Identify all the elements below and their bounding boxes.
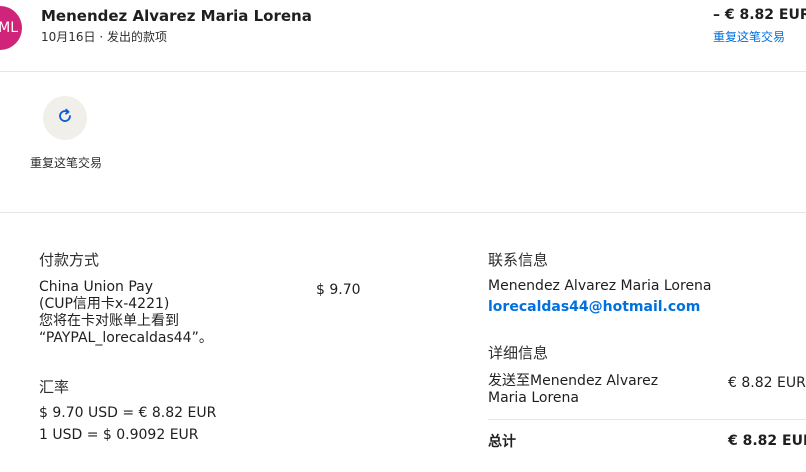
contact-info-title: 联系信息 bbox=[488, 251, 549, 269]
repeat-transaction-link[interactable]: 重复这笔交易 bbox=[713, 28, 785, 45]
sent-to-amount: € 8.82 EUR bbox=[728, 375, 806, 391]
payment-method-line: 您将在卡对账单上看到 bbox=[39, 313, 179, 329]
divider bbox=[0, 71, 806, 72]
divider bbox=[0, 212, 806, 213]
payment-method-line: China Union Pay bbox=[39, 279, 154, 295]
exchange-rate-line: 1 USD = $ 0.9092 EUR bbox=[39, 427, 199, 443]
transaction-amount: – € 8.82 EUR bbox=[713, 7, 806, 23]
repeat-transaction-label[interactable]: 重复这笔交易 bbox=[28, 154, 104, 172]
divider bbox=[488, 419, 806, 420]
total-label: 总计 bbox=[488, 434, 516, 450]
exchange-rate-title: 汇率 bbox=[39, 378, 70, 396]
contact-name: Menendez Alvarez Maria Lorena bbox=[488, 278, 712, 294]
repeat-transaction-button[interactable] bbox=[43, 96, 87, 140]
recipient-name: Menendez Alvarez Maria Lorena bbox=[41, 7, 312, 25]
payment-method-title: 付款方式 bbox=[39, 251, 100, 269]
payment-method-line: “PAYPAL_lorecaldas44”。 bbox=[39, 330, 213, 346]
avatar-initials: ML bbox=[0, 20, 18, 36]
payment-method-line: (CUP信用卡x-4221) bbox=[39, 296, 170, 312]
exchange-rate-line: $ 9.70 USD = € 8.82 EUR bbox=[39, 405, 217, 421]
sent-to-label: 发送至Menendez Alvarez Maria Lorena bbox=[488, 373, 659, 406]
refresh-icon bbox=[56, 107, 74, 129]
total-amount: € 8.82 EUR bbox=[728, 433, 806, 449]
avatar: ML bbox=[0, 6, 22, 50]
transaction-subtitle: 10月16日 · 发出的款项 bbox=[41, 30, 167, 44]
details-title: 详细信息 bbox=[488, 344, 549, 362]
payment-method-details: China Union Pay (CUP信用卡x-4221) 您将在卡对账单上看… bbox=[39, 279, 299, 347]
contact-email-link[interactable]: lorecaldas44@hotmail.com bbox=[488, 299, 700, 315]
payment-method-amount: $ 9.70 bbox=[316, 282, 361, 298]
